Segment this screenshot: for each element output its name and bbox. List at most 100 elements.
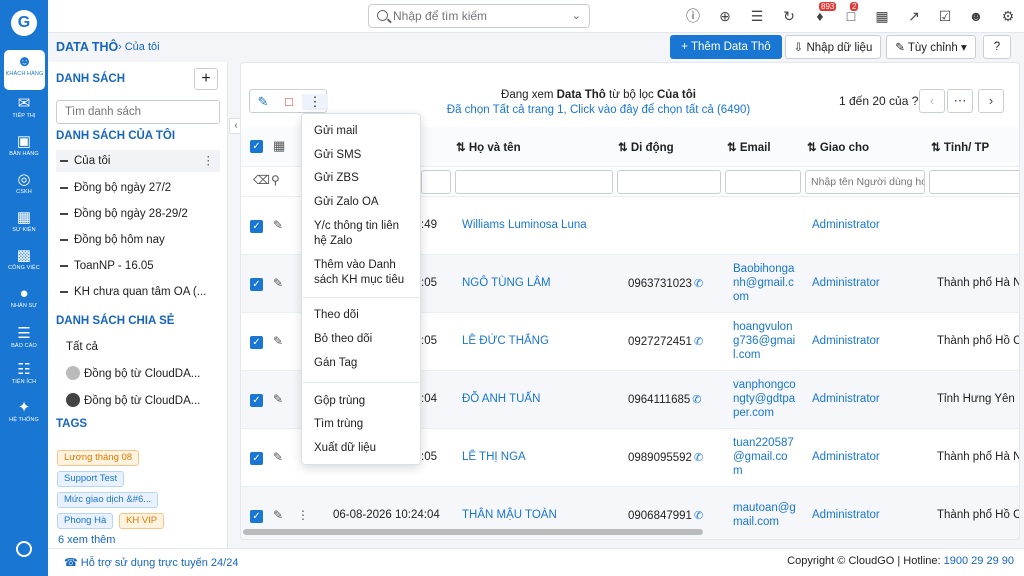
shared-list-item[interactable]: Đồng bộ từ CloudDA... [66, 366, 200, 380]
phone-icon[interactable]: ✆ [694, 278, 703, 290]
cell-phone[interactable]: 0963731023 ✆ [628, 277, 703, 290]
column-header-city[interactable]: ⇅ Tỉnh/ TP [931, 140, 989, 154]
add-circle-icon[interactable]: ⊕ [717, 8, 733, 24]
global-search-input[interactable] [393, 8, 563, 24]
cell-email[interactable]: hoangvulong736@gmail.com [733, 320, 797, 362]
cell-email[interactable]: mautoan@gmail.com [733, 501, 797, 529]
more-options-button[interactable]: ⋯ [947, 89, 973, 113]
menu-item-send-zbs[interactable]: Gửi ZBS [314, 171, 414, 186]
nav-item-customers[interactable]: ☻ KHÁCH HÀNG [4, 50, 45, 90]
phone-icon[interactable]: ✆ [694, 510, 703, 522]
tag-chip[interactable]: Mức giao dịch &#6... [57, 492, 159, 508]
cell-name[interactable]: ĐỖ ANH TUẤN [462, 393, 540, 405]
select-all-checkbox[interactable]: ✓ [250, 140, 263, 153]
clock-icon[interactable] [16, 541, 32, 557]
cell-owner[interactable]: Administrator [812, 451, 880, 463]
row-checkbox[interactable]: ✓ [250, 452, 263, 465]
info-icon[interactable]: ⓘ [685, 8, 701, 24]
help-button[interactable]: ? [983, 35, 1011, 59]
list-item[interactable]: Đồng bộ ngày 27/2 [56, 177, 220, 199]
more-tags-link[interactable]: 6 xem thêm [58, 534, 115, 546]
global-search[interactable]: ⌄ [368, 4, 590, 28]
customize-button[interactable]: ✎ Tùy chỉnh ▾ [886, 35, 976, 59]
refresh-icon[interactable]: ↻ [781, 8, 797, 24]
import-button[interactable]: ⇩ Nhập dữ liệu [785, 35, 881, 59]
filter-mobile-input[interactable] [617, 170, 721, 194]
cell-name[interactable]: LÊ ĐỨC THẮNG [462, 335, 549, 347]
filter-name-input[interactable] [455, 170, 613, 194]
menu-item-follow[interactable]: Theo dõi [314, 308, 414, 323]
cell-owner[interactable]: Administrator [812, 277, 880, 289]
add-data-button[interactable]: + Thêm Data Thô [670, 35, 782, 59]
column-header-name[interactable]: ⇅ Họ và tên [456, 140, 521, 154]
edit-icon[interactable]: ✎ [273, 218, 283, 232]
menu-item-request-zalo[interactable]: Y/c thông tin liên hệ Zalo [314, 219, 414, 249]
support-link[interactable]: ☎ Hỗ trợ sử dụng trực tuyến 24/24 [64, 556, 238, 569]
breadcrumb[interactable]: › Của tôi [118, 41, 160, 53]
shared-list-item[interactable]: Tất cả [66, 341, 98, 353]
cell-owner[interactable]: Administrator [812, 335, 880, 347]
more-vertical-icon[interactable]: ⋮ [203, 150, 215, 172]
menu-item-send-mail[interactable]: Gửi mail [314, 124, 414, 139]
phone-icon[interactable]: ✆ [692, 394, 701, 406]
nav-item-system[interactable]: ✦ HỆ THỐNG [0, 396, 48, 436]
bell-icon[interactable]: ♦ 893 [812, 2, 837, 24]
menu-item-find-duplicates[interactable]: Tìm trùng [314, 417, 414, 432]
cell-phone[interactable]: 0964111685 ✆ [628, 393, 701, 406]
row-checkbox[interactable]: ✓ [250, 394, 263, 407]
filter-email-input[interactable] [725, 170, 801, 194]
pager-label[interactable]: 1 đến 20 của ? [839, 94, 918, 108]
cell-name[interactable]: THÂN MẬU TOÀN [462, 509, 557, 521]
edit-icon[interactable]: ✎ [273, 450, 283, 464]
filter-input[interactable] [421, 170, 451, 194]
phone-icon[interactable]: ✆ [694, 336, 703, 348]
list-item-mine[interactable]: Của tôi ⋮ [56, 150, 220, 172]
cell-email[interactable]: Baobihonganh@gmail.com [733, 262, 797, 304]
edit-icon[interactable]: ✎ [273, 276, 283, 290]
nav-item-sales[interactable]: ▣ BÁN HÀNG [0, 130, 48, 170]
cell-phone[interactable]: 0989095592 ✆ [628, 451, 703, 464]
menu-item-merge-duplicates[interactable]: Gộp trùng [314, 394, 414, 409]
column-header-owner[interactable]: ⇅ Giao cho [807, 140, 869, 154]
tag-chip[interactable]: Phong Hà [57, 513, 114, 529]
list-search-input[interactable] [56, 100, 220, 124]
tag-chip[interactable]: Lương tháng 08 [57, 450, 140, 466]
menu-item-export[interactable]: Xuất dữ liệu [314, 441, 414, 456]
row-checkbox[interactable]: ✓ [250, 220, 263, 233]
list-item[interactable]: Đồng bộ hôm nay [56, 229, 220, 251]
cell-name[interactable]: Williams Luminosa Luna [462, 219, 587, 231]
cell-name[interactable]: NGÔ TÙNG LÂM [462, 277, 551, 289]
shared-list-item[interactable]: Đồng bộ từ CloudDA... [66, 393, 200, 407]
nav-item-reports[interactable]: ☰ BÁO CÁO [0, 322, 48, 362]
chat-icon[interactable]: □ 2 [843, 2, 859, 24]
edit-icon[interactable]: ✎ [273, 508, 283, 522]
list-item[interactable]: Đồng bộ ngày 28-29/2 [56, 203, 220, 225]
cell-email[interactable]: vanphongcongty@gdtpaper.com [733, 378, 797, 420]
gear-icon[interactable]: ⚙ [1000, 8, 1016, 24]
filter-city-input[interactable] [929, 170, 1019, 194]
menu-item-send-zalo-oa[interactable]: Gửi Zalo OA [314, 195, 414, 210]
menu-item-unfollow[interactable]: Bỏ theo dõi [314, 332, 414, 347]
cell-owner[interactable]: Administrator [812, 393, 880, 405]
row-checkbox[interactable]: ✓ [250, 278, 263, 291]
filter-owner-input[interactable] [805, 170, 925, 194]
nav-item-utilities[interactable]: ☷ TIỆN ÍCH [0, 358, 48, 398]
cell-owner[interactable]: Administrator [812, 219, 880, 231]
user-icon[interactable]: ☻ [968, 8, 984, 24]
chevron-down-icon[interactable]: ⌄ [572, 9, 581, 22]
eraser-icon[interactable]: ⌫ [253, 173, 270, 187]
hotline-link[interactable]: 1900 29 29 90 [944, 555, 1014, 567]
table-columns-icon[interactable]: ▦ [273, 138, 285, 154]
add-list-button[interactable]: + [194, 68, 218, 90]
nav-item-support[interactable]: ◎ CSKH [0, 168, 48, 208]
list-item[interactable]: KH chưa quan tâm OA (... [56, 281, 220, 303]
cell-owner[interactable]: Administrator [812, 509, 880, 521]
prev-page-button[interactable]: ‹ [919, 89, 945, 113]
trend-chart-icon[interactable]: ↗ [906, 8, 922, 24]
tag-chip[interactable]: Support Test [57, 471, 125, 487]
menu-item-assign-tag[interactable]: Gán Tag [314, 356, 414, 371]
calendar-icon[interactable]: ▦ [874, 8, 890, 24]
nav-item-events[interactable]: ▦ SỰ KIỆN [0, 206, 48, 246]
cell-email[interactable]: tuan220587@gmail.com [733, 436, 797, 478]
cell-name[interactable]: LÊ THỊ NGA [462, 451, 526, 463]
